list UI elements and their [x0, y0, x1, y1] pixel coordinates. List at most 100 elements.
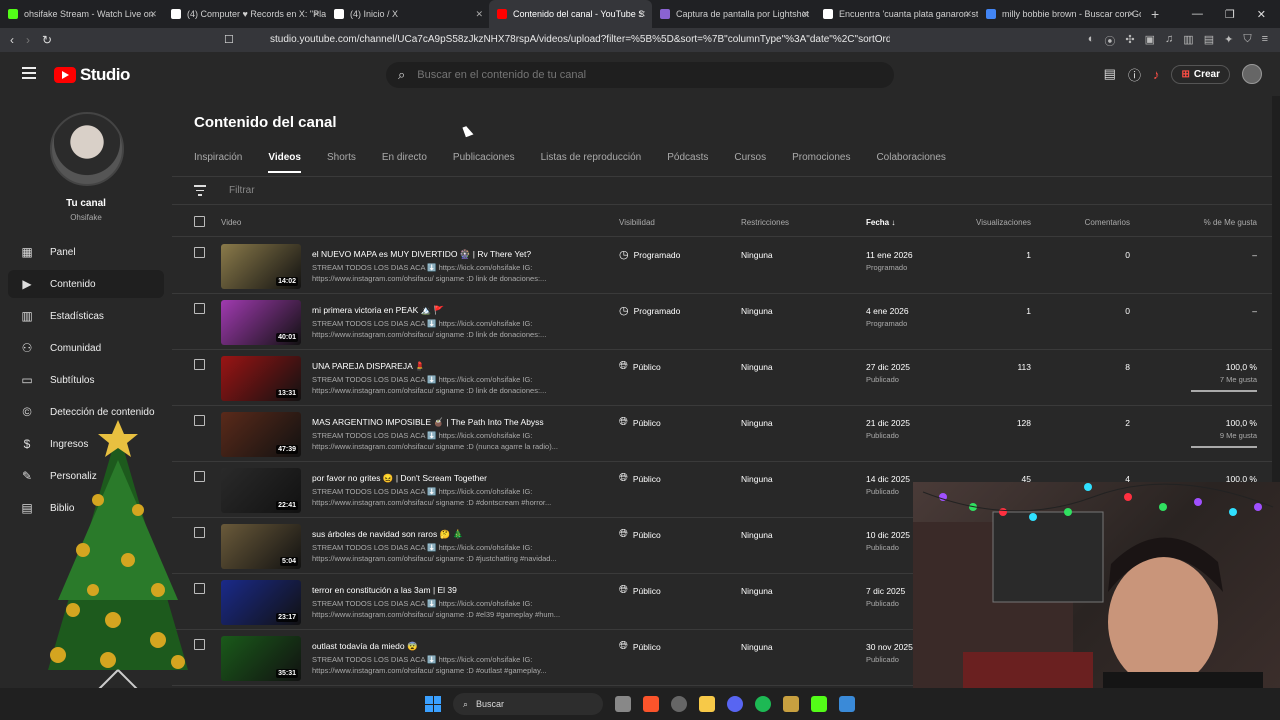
reload-icon[interactable]: ↻ [42, 33, 52, 47]
browser-tab[interactable]: (4) Inicio / X ✕ [326, 0, 489, 28]
browser-tab[interactable]: ohsifake Stream - Watch Live on ✕ [0, 0, 163, 28]
close-tab-icon[interactable]: ✕ [475, 9, 483, 20]
video-thumbnail[interactable]: 22:41 [221, 468, 301, 513]
tab-6[interactable]: Pódcasts [667, 152, 708, 173]
video-thumbnail[interactable]: 14:02 [221, 244, 301, 289]
task-view-icon[interactable] [615, 696, 631, 712]
sidebar-icon[interactable]: ▥ [1183, 33, 1193, 49]
studio-logo[interactable]: Studio [54, 65, 130, 85]
puzzle-icon[interactable]: ✣ [1125, 33, 1134, 49]
row-checkbox[interactable] [194, 303, 205, 314]
browser-tab[interactable]: Contenido del canal - YouTube S ✕ [489, 0, 652, 28]
taskbar-search[interactable]: ⌕ Buscar [453, 693, 603, 715]
notifications-icon[interactable]: ♪ [1153, 67, 1160, 82]
menu-icon[interactable]: ≡ [1262, 33, 1268, 49]
back-icon[interactable]: ‹ [10, 33, 14, 47]
tab-8[interactable]: Promociones [792, 152, 850, 173]
create-button[interactable]: ⊞ Crear [1171, 64, 1230, 84]
minimize-icon[interactable]: — [1192, 8, 1203, 21]
close-window-icon[interactable]: ✕ [1257, 8, 1266, 21]
table-row[interactable]: 13:31 UNA PAREJA DISPAREJA 💄 STREAM TODO… [172, 350, 1272, 406]
sidebar-item-comunidad[interactable]: ⚇ Comunidad [8, 334, 164, 362]
column-restrictions[interactable]: Restricciones [741, 218, 789, 227]
filter-input[interactable]: Filtrar [229, 185, 255, 196]
extension-icon[interactable]: ⦿ [1104, 33, 1115, 49]
browser-tab[interactable]: (4) Computer ♥ Records en X: "PlayS ✕ [163, 0, 326, 28]
menu-icon[interactable] [22, 67, 36, 79]
video-thumbnail[interactable]: 13:31 [221, 356, 301, 401]
video-title[interactable]: MAS ARGENTINO IMPOSIBLE 🧉 | The Path Int… [312, 417, 602, 428]
column-views[interactable]: Visualizaciones [976, 218, 1031, 227]
app-icon[interactable] [671, 696, 687, 712]
channel-avatar[interactable] [50, 112, 124, 186]
select-all-checkbox[interactable] [194, 216, 205, 227]
column-visibility[interactable]: Visibilidad [619, 218, 655, 227]
url-field[interactable]: studio.youtube.com/channel/UCa7cA9pS58zJ… [270, 34, 890, 45]
discord-icon[interactable] [727, 696, 743, 712]
bookmark-icon[interactable]: ☐ [224, 33, 234, 46]
browser-tab[interactable]: Encuentra 'cuanta plata ganaron stre ✕ [815, 0, 978, 28]
visibility-cell[interactable]: ◷ Programado [619, 248, 680, 261]
row-checkbox[interactable] [194, 359, 205, 370]
tab-7[interactable]: Cursos [734, 152, 766, 173]
extension-icon[interactable]: ▣ [1145, 33, 1155, 49]
wallet-icon[interactable]: ▤ [1204, 33, 1214, 49]
help-icon[interactable]: ⓘ [1128, 65, 1141, 84]
column-date[interactable]: Fecha ↓ [866, 218, 895, 227]
kick-icon[interactable] [811, 696, 827, 712]
tab-1[interactable]: Videos [268, 152, 301, 173]
sidebar-item-panel[interactable]: ▦ Panel [8, 238, 164, 266]
video-thumbnail[interactable]: 5:04 [221, 524, 301, 569]
video-thumbnail[interactable]: 35:31 [221, 636, 301, 681]
column-comments[interactable]: Comentarios [1085, 218, 1130, 227]
spotify-icon[interactable] [755, 696, 771, 712]
tab-0[interactable]: Inspiración [194, 152, 242, 173]
tab-9[interactable]: Colaboraciones [876, 152, 946, 173]
video-title[interactable]: UNA PAREJA DISPAREJA 💄 [312, 361, 602, 372]
maximize-icon[interactable]: ❐ [1225, 8, 1235, 21]
video-title[interactable]: terror en constitución a las 3am | El 39 [312, 585, 602, 595]
browser-tab[interactable]: milly bobbie brown - Buscar con Go ✕ [978, 0, 1141, 28]
video-title[interactable]: por favor no grites 😖 | Don't Scream Tog… [312, 473, 602, 484]
video-title[interactable]: mi primera victoria en PEAK 🏔️ 🚩 [312, 305, 602, 316]
app-icon[interactable] [839, 696, 855, 712]
visibility-cell[interactable]: ◷ Programado [619, 304, 680, 317]
windows-start-icon[interactable] [425, 696, 441, 712]
close-tab-icon[interactable]: ✕ [1127, 9, 1135, 20]
brave-icon[interactable] [643, 696, 659, 712]
leo-icon[interactable]: ✦ [1224, 33, 1233, 49]
visibility-cell[interactable]: 🌐︎ Público [619, 584, 661, 597]
table-row[interactable]: 14:02 el NUEVO MAPA es MUY DIVERTIDO 🎡 |… [172, 238, 1272, 294]
extension-icon[interactable]: ◐ [1088, 33, 1095, 49]
video-title[interactable]: outlast todavía da miedo 😨 [312, 641, 602, 652]
tab-2[interactable]: Shorts [327, 152, 356, 173]
video-title[interactable]: el NUEVO MAPA es MUY DIVERTIDO 🎡 | Rv Th… [312, 249, 602, 260]
visibility-cell[interactable]: 🌐︎ Público [619, 528, 661, 541]
table-row[interactable]: 47:39 MAS ARGENTINO IMPOSIBLE 🧉 | The Pa… [172, 406, 1272, 462]
video-thumbnail[interactable]: 40:01 [221, 300, 301, 345]
search-input[interactable] [417, 69, 838, 81]
visibility-cell[interactable]: 🌐︎ Público [619, 360, 661, 373]
close-tab-icon[interactable]: ✕ [801, 9, 809, 20]
browser-tab[interactable]: Captura de pantalla por Lightshot ✕ [652, 0, 815, 28]
avatar[interactable] [1242, 64, 1262, 84]
tab-3[interactable]: En directo [382, 152, 427, 173]
sidebar-item-subtítulos[interactable]: ▭ Subtítulos [8, 366, 164, 394]
close-tab-icon[interactable]: ✕ [149, 9, 157, 20]
visibility-cell[interactable]: 🌐︎ Público [619, 472, 661, 485]
column-likes[interactable]: % de Me gusta [1204, 218, 1257, 227]
file-explorer-icon[interactable] [699, 696, 715, 712]
video-title[interactable]: sus árboles de navidad son raros 🤔 🎄 [312, 529, 602, 540]
channel-search[interactable]: ⌕ [386, 62, 894, 88]
music-icon[interactable]: ♫ [1165, 33, 1173, 49]
close-tab-icon[interactable]: ✕ [964, 9, 972, 20]
sidebar-item-estadísticas[interactable]: ▥ Estadísticas [8, 302, 164, 330]
filter-icon[interactable] [194, 185, 206, 199]
video-thumbnail[interactable]: 47:39 [221, 412, 301, 457]
tab-4[interactable]: Publicaciones [453, 152, 515, 173]
forward-icon[interactable]: › [26, 33, 30, 47]
row-checkbox[interactable] [194, 247, 205, 258]
close-tab-icon[interactable]: ✕ [312, 9, 320, 20]
video-thumbnail[interactable]: 23:17 [221, 580, 301, 625]
vpn-icon[interactable]: ⛉ [1243, 33, 1251, 49]
